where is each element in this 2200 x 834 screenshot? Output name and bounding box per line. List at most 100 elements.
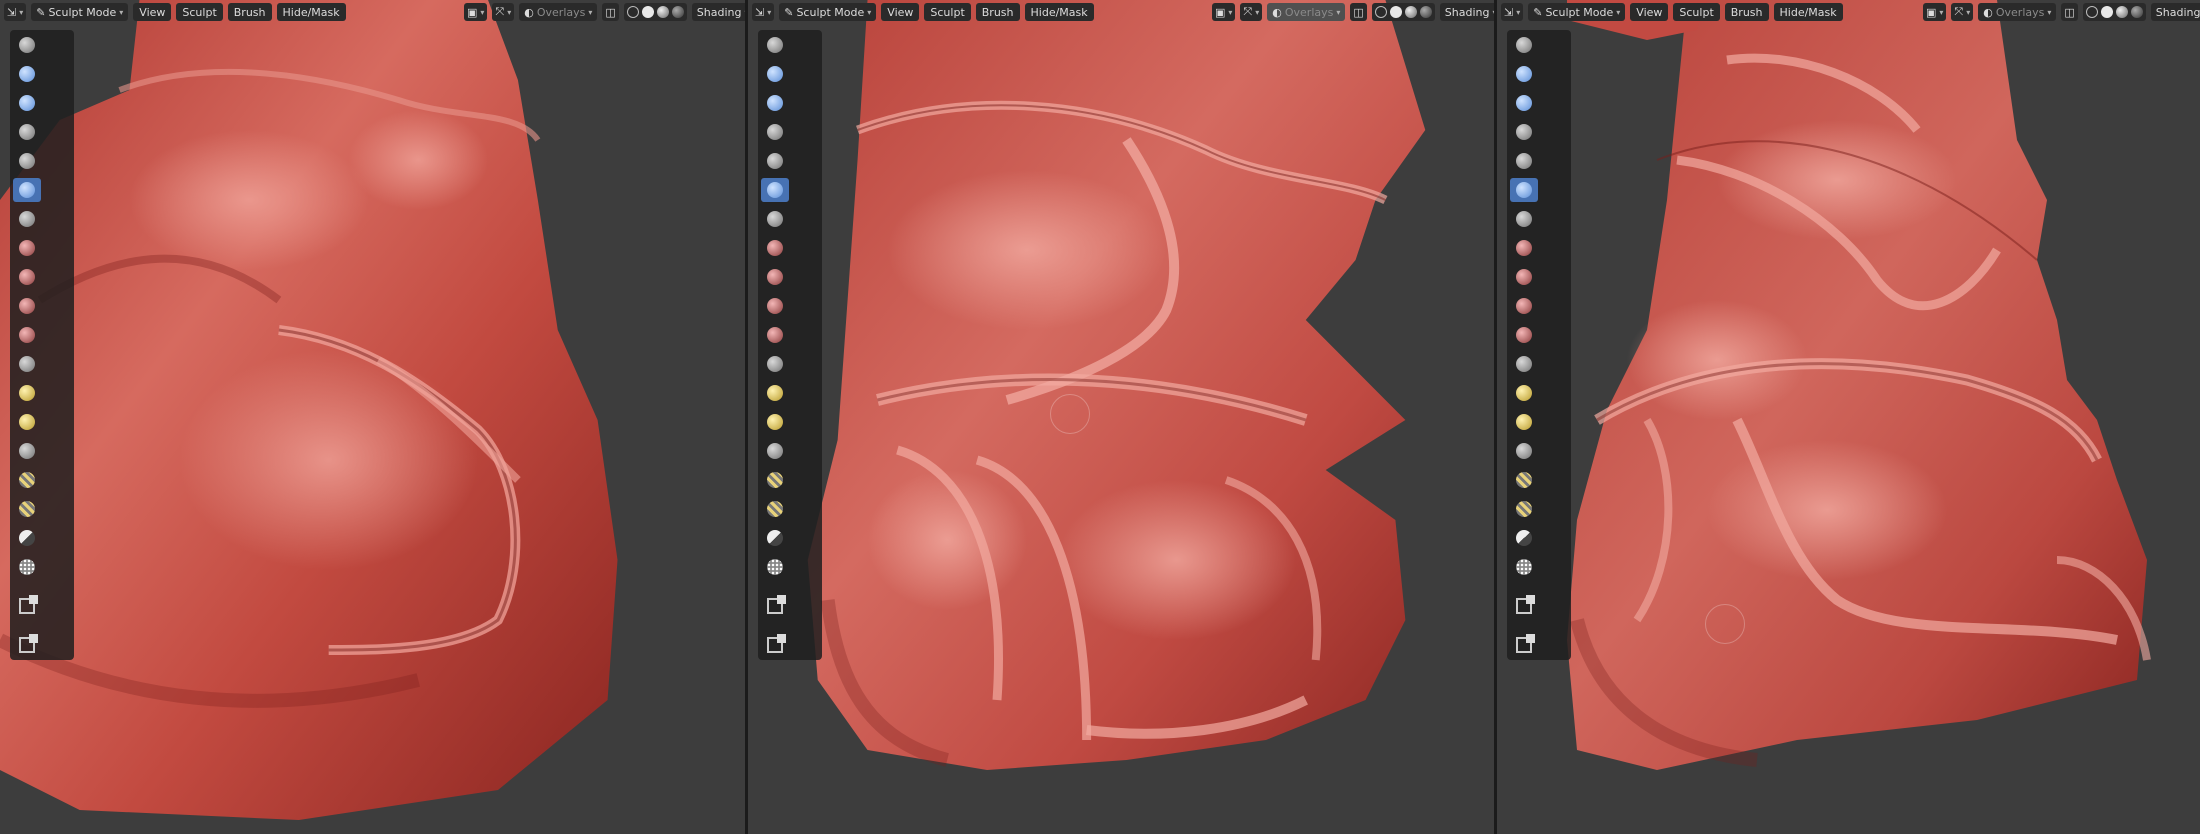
tool-snake-hook-brush-button[interactable] — [761, 439, 789, 463]
material-shading-icon[interactable] — [2115, 6, 2128, 18]
rendered-shading-icon[interactable] — [671, 6, 684, 18]
tool-pose-brush-button[interactable] — [13, 497, 41, 521]
tool-inflate-brush-button[interactable] — [13, 178, 41, 202]
editor-type-button[interactable]: ⇲ ▾ — [1501, 3, 1524, 21]
overlays-button[interactable]: ◐ Overlays ▾ — [1978, 3, 2057, 21]
menu-brush[interactable]: Brush — [975, 3, 1020, 21]
tool-box-mask-button[interactable] — [761, 594, 789, 618]
solid-shading-icon[interactable] — [2100, 6, 2113, 18]
wireframe-shading-icon[interactable] — [626, 6, 639, 18]
tool-scrape-brush-button[interactable] — [761, 352, 789, 376]
tool-box-hide-button[interactable] — [13, 633, 41, 657]
mode-selector[interactable]: ✎ Sculpt Mode ▾ — [779, 3, 877, 21]
tool-layer-brush-button[interactable] — [13, 149, 41, 173]
editor-type-button[interactable]: ⇲ ▾ — [752, 3, 775, 21]
editor-type-button[interactable]: ⇲ ▾ — [4, 3, 27, 21]
tool-scrape-brush-button[interactable] — [1510, 352, 1538, 376]
menu-sculpt[interactable]: Sculpt — [176, 3, 223, 21]
tool-mask-brush-button[interactable] — [1510, 555, 1538, 579]
tool-blob-brush-button[interactable] — [1510, 207, 1538, 231]
tool-mask-brush-button[interactable] — [761, 555, 789, 579]
shading-popover-button[interactable]: Shading▾ — [2150, 3, 2200, 21]
xray-toggle-button[interactable]: ◫ — [1350, 3, 1367, 21]
sculpt-mesh-render[interactable] — [0, 0, 745, 834]
tool-pinch-brush-button[interactable] — [761, 381, 789, 405]
tool-smooth-brush-button[interactable] — [13, 265, 41, 289]
tool-thumb-brush-button[interactable] — [13, 468, 41, 492]
shading-popover-button[interactable]: Shading▾ — [1439, 3, 1494, 21]
gizmo-toggle-button[interactable]: ⤧ ▾ — [1951, 3, 1974, 21]
tool-scrape-brush-button[interactable] — [13, 352, 41, 376]
xray-toggle-button[interactable]: ◫ — [2061, 3, 2078, 21]
tool-box-mask-button[interactable] — [13, 594, 41, 618]
view-object-types-button[interactable]: ▣ ▾ — [1212, 3, 1236, 21]
tool-flatten-brush-button[interactable] — [13, 294, 41, 318]
tool-blob-brush-button[interactable] — [761, 207, 789, 231]
tool-smooth-brush-button[interactable] — [1510, 265, 1538, 289]
tool-blob-brush-button[interactable] — [13, 207, 41, 231]
tool-grab-brush-button[interactable] — [13, 410, 41, 434]
material-shading-icon[interactable] — [1404, 6, 1417, 18]
wireframe-shading-icon[interactable] — [2085, 6, 2098, 18]
viewport-middle[interactable]: ⇲ ▾ ✎ Sculpt Mode ▾ View Sculpt Brush Hide/… — [748, 0, 1497, 834]
tool-draw-sharp-brush-button[interactable] — [13, 62, 41, 86]
tool-crease-brush-button[interactable] — [761, 236, 789, 260]
tool-grab-brush-button[interactable] — [1510, 410, 1538, 434]
tool-nudge-brush-button[interactable] — [13, 526, 41, 550]
tool-thumb-brush-button[interactable] — [761, 468, 789, 492]
tool-draw-sharp-brush-button[interactable] — [1510, 62, 1538, 86]
rendered-shading-icon[interactable] — [2130, 6, 2143, 18]
solid-shading-icon[interactable] — [1389, 6, 1402, 18]
sculpt-mesh-render[interactable] — [1497, 0, 2200, 834]
tool-snake-hook-brush-button[interactable] — [1510, 439, 1538, 463]
tool-snake-hook-brush-button[interactable] — [13, 439, 41, 463]
tool-nudge-brush-button[interactable] — [761, 526, 789, 550]
xray-toggle-button[interactable]: ◫ — [602, 3, 619, 21]
tool-thumb-brush-button[interactable] — [1510, 468, 1538, 492]
tool-box-hide-button[interactable] — [761, 633, 789, 657]
menu-view[interactable]: View — [1630, 3, 1669, 21]
tool-pose-brush-button[interactable] — [1510, 497, 1538, 521]
tool-clay-brush-button[interactable] — [1510, 91, 1538, 115]
tool-draw-sharp-brush-button[interactable] — [761, 62, 789, 86]
menu-sculpt[interactable]: Sculpt — [1673, 3, 1720, 21]
gizmo-toggle-button[interactable]: ⤧ ▾ — [1240, 3, 1263, 21]
wireframe-shading-icon[interactable] — [1374, 6, 1387, 18]
menu-view[interactable]: View — [133, 3, 172, 21]
tool-fill-brush-button[interactable] — [1510, 323, 1538, 347]
rendered-shading-icon[interactable] — [1419, 6, 1432, 18]
material-shading-icon[interactable] — [656, 6, 669, 18]
menu-hide-mask[interactable]: Hide/Mask — [276, 3, 346, 21]
tool-draw-brush-button[interactable] — [13, 33, 41, 57]
menu-view[interactable]: View — [881, 3, 920, 21]
tool-grab-brush-button[interactable] — [761, 410, 789, 434]
tool-nudge-brush-button[interactable] — [1510, 526, 1538, 550]
tool-box-hide-button[interactable] — [1510, 633, 1538, 657]
mode-selector[interactable]: ✎ Sculpt Mode ▾ — [31, 3, 129, 21]
menu-hide-mask[interactable]: Hide/Mask — [1024, 3, 1094, 21]
menu-brush[interactable]: Brush — [1724, 3, 1769, 21]
tool-pinch-brush-button[interactable] — [1510, 381, 1538, 405]
tool-pinch-brush-button[interactable] — [13, 381, 41, 405]
gizmo-toggle-button[interactable]: ⤧ ▾ — [492, 3, 515, 21]
tool-clay-strips-brush-button[interactable] — [13, 120, 41, 144]
tool-crease-brush-button[interactable] — [13, 236, 41, 260]
viewport-left[interactable]: ⇲ ▾ ✎ Sculpt Mode ▾ View Sculpt Brush Hide/… — [0, 0, 748, 834]
sculpt-mesh-render[interactable] — [748, 0, 1494, 834]
tool-layer-brush-button[interactable] — [761, 149, 789, 173]
tool-inflate-brush-button[interactable] — [1510, 178, 1538, 202]
tool-fill-brush-button[interactable] — [13, 323, 41, 347]
tool-draw-brush-button[interactable] — [761, 33, 789, 57]
tool-flatten-brush-button[interactable] — [1510, 294, 1538, 318]
solid-shading-icon[interactable] — [641, 6, 654, 18]
tool-clay-brush-button[interactable] — [13, 91, 41, 115]
tool-clay-brush-button[interactable] — [761, 91, 789, 115]
tool-clay-strips-brush-button[interactable] — [761, 120, 789, 144]
view-object-types-button[interactable]: ▣ ▾ — [1923, 3, 1947, 21]
menu-hide-mask[interactable]: Hide/Mask — [1773, 3, 1843, 21]
mode-selector[interactable]: ✎ Sculpt Mode ▾ — [1528, 3, 1626, 21]
tool-draw-brush-button[interactable] — [1510, 33, 1538, 57]
menu-sculpt[interactable]: Sculpt — [924, 3, 971, 21]
tool-pose-brush-button[interactable] — [761, 497, 789, 521]
tool-crease-brush-button[interactable] — [1510, 236, 1538, 260]
